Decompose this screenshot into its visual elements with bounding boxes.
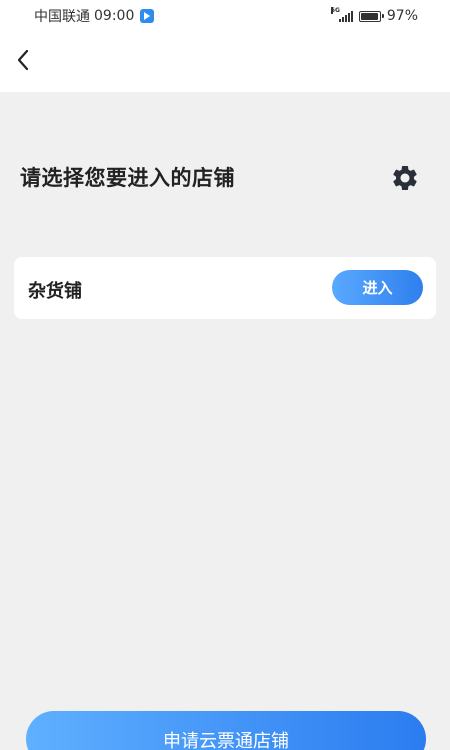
network-type: 5G: [330, 6, 340, 14]
carrier-name: 中国联通: [34, 9, 90, 25]
store-name: 杂货铺: [28, 281, 82, 302]
status-right: 5G 97%: [330, 6, 418, 24]
signal-icon: 5G: [330, 6, 353, 22]
back-button[interactable]: [10, 46, 36, 74]
battery-percent: 97%: [386, 8, 418, 24]
nav-bar: [0, 32, 450, 92]
chevron-left-icon: [17, 49, 29, 71]
gear-icon: [393, 166, 417, 190]
enter-store-button[interactable]: 进入: [332, 270, 423, 305]
screen: 中国联通 09:00 5G 97% 请选择您要进入的店铺 杂货铺 进入 申请云票…: [0, 0, 450, 750]
store-card: 杂货铺 进入: [14, 257, 436, 319]
app-notification-icon: [140, 9, 155, 23]
status-left: 中国联通 09:00: [34, 6, 155, 26]
status-time: 09:00: [94, 8, 135, 24]
apply-store-button[interactable]: 申请云票通店铺: [26, 711, 426, 750]
page-title: 请选择您要进入的店铺: [20, 166, 235, 190]
settings-button[interactable]: [389, 162, 421, 194]
status-bar: 中国联通 09:00 5G 97%: [0, 0, 450, 32]
battery-level: [360, 12, 379, 20]
battery-icon: [358, 10, 384, 22]
